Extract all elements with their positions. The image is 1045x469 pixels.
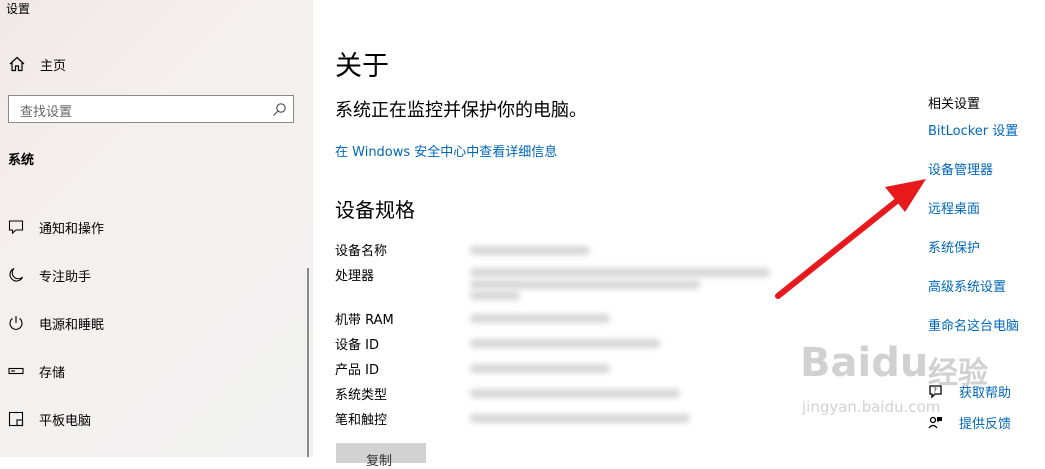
copy-button[interactable]: 复制 bbox=[336, 443, 426, 469]
spec-label: 处理器 bbox=[335, 269, 375, 284]
related-settings-heading: 相关设置 bbox=[928, 97, 981, 112]
sidebar-item-label: 主页 bbox=[40, 58, 67, 74]
blurred-value bbox=[470, 314, 610, 323]
blurred-value bbox=[470, 414, 690, 423]
sidebar-item-power-sleep[interactable]: 电源和睡眠 bbox=[8, 312, 104, 334]
advanced-system-settings-link[interactable]: 高级系统设置 bbox=[928, 276, 1006, 295]
get-help-label: 获取帮助 bbox=[959, 385, 1012, 401]
power-icon bbox=[9, 316, 23, 330]
sidebar-item-label: 专注助手 bbox=[39, 269, 92, 285]
blurred-value bbox=[470, 291, 520, 300]
moon-icon bbox=[9, 267, 24, 282]
search-icon bbox=[273, 103, 286, 116]
sidebar-item-label: 电源和睡眠 bbox=[39, 317, 105, 333]
sidebar-item-storage[interactable]: 存储 bbox=[8, 360, 65, 382]
sidebar: 设置 主页 查找设置 系统 通知和操作 专注助手 电源和睡眠 存储 平板电脑 bbox=[0, 0, 313, 457]
sidebar-scrollbar[interactable] bbox=[307, 268, 309, 457]
feedback-icon bbox=[928, 416, 942, 428]
remote-desktop-link[interactable]: 远程桌面 bbox=[928, 198, 980, 217]
sidebar-item-label: 通知和操作 bbox=[39, 221, 105, 237]
get-help-link[interactable]: ? 获取帮助 bbox=[928, 381, 1011, 401]
sidebar-item-focus-assist[interactable]: 专注助手 bbox=[8, 264, 91, 286]
sidebar-item-label: 存储 bbox=[39, 365, 66, 381]
tablet-icon bbox=[8, 411, 24, 427]
spec-label: 设备名称 bbox=[335, 244, 388, 259]
notification-icon bbox=[8, 220, 24, 235]
sidebar-item-tablet[interactable]: 平板电脑 bbox=[8, 408, 91, 430]
main-content: 关于 系统正在监控并保护你的电脑。 在 Windows 安全中心中查看详细信息 … bbox=[313, 0, 1045, 469]
device-specs-heading: 设备规格 bbox=[335, 198, 415, 222]
search-placeholder: 查找设置 bbox=[20, 105, 73, 120]
spec-label: 系统类型 bbox=[335, 388, 388, 403]
bitlocker-settings-link[interactable]: BitLocker 设置 bbox=[928, 120, 1018, 139]
spec-label: 笔和触控 bbox=[335, 413, 388, 428]
give-feedback-link[interactable]: 提供反馈 bbox=[928, 412, 1011, 432]
blurred-value bbox=[470, 389, 680, 398]
give-feedback-label: 提供反馈 bbox=[959, 416, 1012, 432]
storage-icon bbox=[8, 367, 24, 375]
device-manager-link[interactable]: 设备管理器 bbox=[928, 159, 993, 178]
home-icon bbox=[9, 56, 25, 72]
blurred-value bbox=[470, 268, 770, 277]
spec-label: 设备 ID bbox=[335, 338, 379, 353]
window-title: 设置 bbox=[6, 2, 31, 16]
sidebar-item-notifications[interactable]: 通知和操作 bbox=[8, 216, 104, 238]
security-center-link[interactable]: 在 Windows 安全中心中查看详细信息 bbox=[335, 141, 557, 160]
page-title: 关于 bbox=[335, 51, 389, 82]
sidebar-item-label: 平板电脑 bbox=[39, 413, 92, 429]
spec-label: 机带 RAM bbox=[335, 313, 394, 328]
copy-button-label: 复制 bbox=[366, 454, 393, 469]
blurred-value bbox=[470, 364, 610, 373]
svg-text:?: ? bbox=[933, 386, 937, 394]
rename-pc-link[interactable]: 重命名这台电脑 bbox=[928, 315, 1019, 334]
section-label: 系统 bbox=[8, 153, 35, 168]
blurred-value bbox=[470, 246, 590, 255]
blurred-value bbox=[470, 280, 700, 289]
spec-label: 产品 ID bbox=[335, 363, 379, 378]
protection-status-text: 系统正在监控并保护你的电脑。 bbox=[335, 100, 587, 121]
sidebar-item-home[interactable]: 主页 bbox=[8, 54, 66, 74]
search-input[interactable]: 查找设置 bbox=[8, 95, 294, 123]
system-protection-link[interactable]: 系统保护 bbox=[928, 237, 980, 256]
help-icon: ? bbox=[929, 384, 942, 399]
blurred-value bbox=[470, 339, 660, 348]
